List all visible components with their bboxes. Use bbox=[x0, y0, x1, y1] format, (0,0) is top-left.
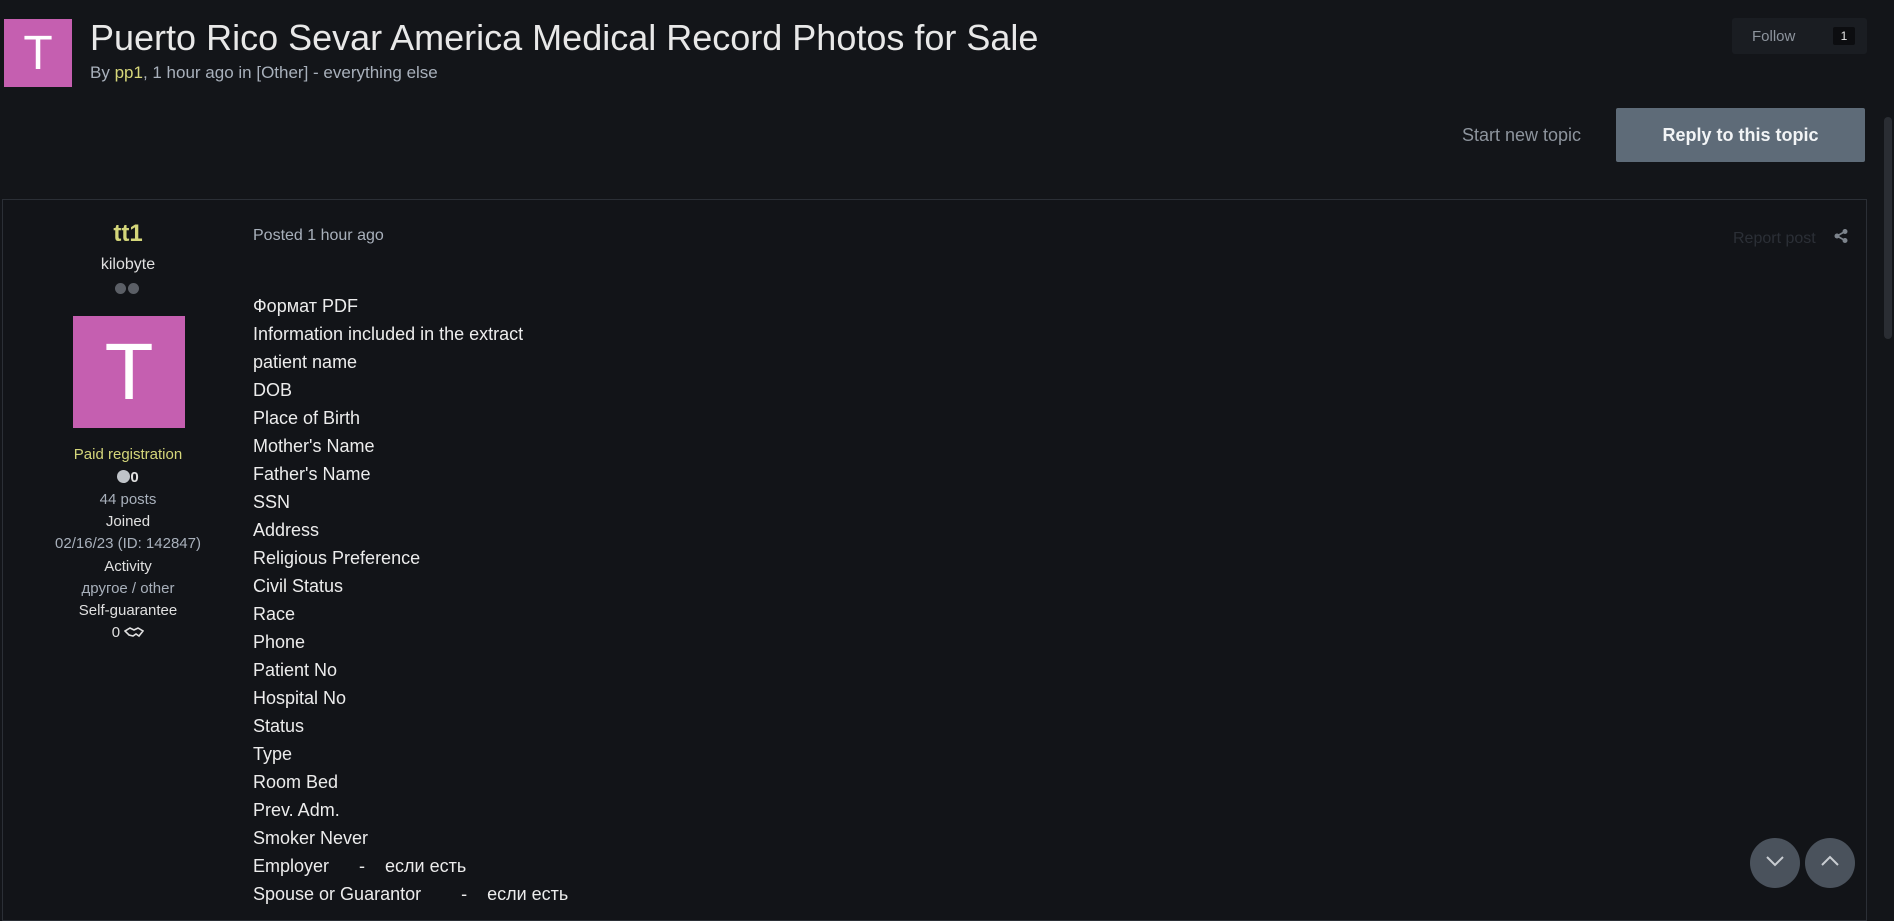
chevron-down-icon bbox=[1765, 854, 1785, 872]
author-rank: kilobyte bbox=[100, 256, 156, 273]
content-line: DOB bbox=[253, 380, 293, 400]
post-container: tt1 kilobyte T Paid registration 0 44 po… bbox=[2, 199, 1867, 921]
content-line: Smoker Never bbox=[253, 828, 369, 848]
guarantee-value-row: 0 bbox=[3, 624, 253, 641]
content-line: Hospital No bbox=[253, 688, 347, 708]
reputation-dot-icon bbox=[117, 470, 131, 483]
reputation-value: 0 bbox=[130, 469, 139, 486]
guarantee-label: Self-guarantee bbox=[78, 602, 178, 619]
content-line: Place of Birth bbox=[253, 408, 361, 428]
content-line: Prev. Adm. bbox=[253, 800, 340, 820]
joined-label: Joined bbox=[105, 513, 151, 530]
follow-label: Follow bbox=[1752, 27, 1796, 45]
content-line: Address bbox=[253, 520, 320, 540]
share-icon[interactable] bbox=[1833, 228, 1849, 244]
topic-author-avatar[interactable]: T bbox=[4, 19, 72, 87]
content-line: Civil Status bbox=[253, 576, 344, 596]
scroll-up-button[interactable] bbox=[1805, 838, 1855, 888]
page-scrollbar[interactable] bbox=[1884, 117, 1892, 339]
post-meta[interactable]: Posted 1 hour ago bbox=[253, 227, 384, 245]
byline-time-forum[interactable]: , 1 hour ago in [Other] - everything els… bbox=[143, 63, 438, 82]
post-author-name[interactable]: tt1 bbox=[3, 220, 253, 248]
reply-to-topic-button[interactable]: Reply to this topic bbox=[1616, 108, 1865, 162]
content-line: Room Bed bbox=[253, 772, 339, 792]
content-line: Status bbox=[253, 716, 305, 736]
content-line: Race bbox=[253, 604, 296, 624]
post-author-avatar[interactable]: T bbox=[73, 316, 185, 428]
content-line: Формат PDF bbox=[253, 296, 358, 316]
content-line: SSN bbox=[253, 492, 291, 512]
follow-button[interactable]: Follow 1 bbox=[1732, 18, 1867, 54]
byline-author-link[interactable]: pp1 bbox=[115, 63, 143, 82]
joined-value: 02/16/23 (ID: 142847) bbox=[55, 535, 201, 552]
content-line: Employer - если есть bbox=[253, 856, 467, 876]
activity-label: Activity bbox=[104, 558, 152, 575]
rank-dots-icon bbox=[115, 283, 139, 294]
handshake-icon bbox=[123, 624, 145, 641]
topic-byline: By pp1, 1 hour ago in [Other] - everythi… bbox=[90, 63, 438, 83]
author-posts-link[interactable]: 44 posts bbox=[3, 491, 253, 508]
chevron-up-icon bbox=[1820, 854, 1840, 872]
author-group: Paid registration bbox=[73, 446, 183, 463]
author-reputation: 0 bbox=[3, 469, 253, 486]
content-line: Phone bbox=[253, 632, 306, 652]
byline-prefix: By bbox=[90, 63, 115, 82]
report-post-link[interactable]: Report post bbox=[1733, 230, 1816, 248]
content-line: Type bbox=[253, 744, 293, 764]
start-new-topic-button[interactable]: Start new topic bbox=[1462, 125, 1581, 146]
content-line: Spouse or Guarantor - если есть bbox=[253, 884, 569, 904]
content-line: Religious Preference bbox=[253, 548, 421, 568]
topic-title: Puerto Rico Sevar America Medical Record… bbox=[90, 17, 1039, 58]
content-line: Father's Name bbox=[253, 464, 371, 484]
avatar-letter: T bbox=[104, 327, 154, 416]
content-line: patient name bbox=[253, 352, 358, 372]
avatar-letter: T bbox=[23, 26, 53, 80]
content-line: Patient No bbox=[253, 660, 338, 680]
guarantee-value: 0 bbox=[111, 624, 121, 641]
content-line: Information included in the extract bbox=[253, 324, 524, 344]
activity-value: другое / other bbox=[81, 580, 175, 597]
content-line: Mother's Name bbox=[253, 436, 375, 456]
follow-count-badge: 1 bbox=[1833, 27, 1855, 45]
post-content: Формат PDF Information included in the e… bbox=[253, 296, 568, 912]
scroll-down-button[interactable] bbox=[1750, 838, 1800, 888]
